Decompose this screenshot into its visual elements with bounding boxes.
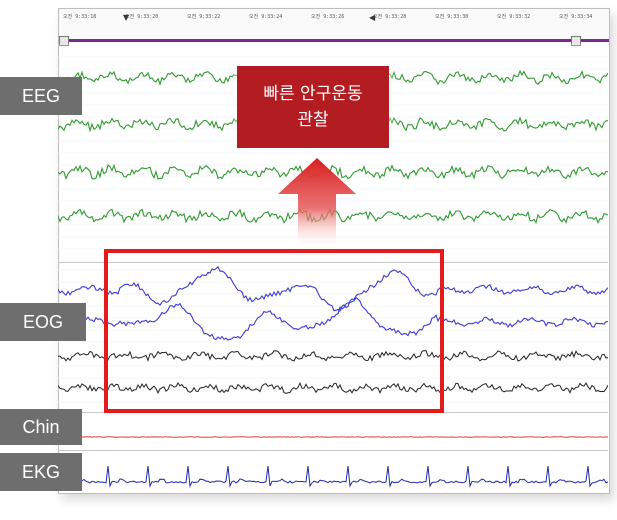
panel-divider — [58, 450, 608, 451]
channel-label-ekg: EKG — [0, 453, 82, 491]
ekg-trace — [58, 465, 608, 488]
callout-line-1: 빠른 안구운동 — [263, 84, 363, 104]
channel-label-chin: Chin — [0, 409, 82, 445]
channel-label-eog: EOG — [0, 303, 86, 341]
rem-highlight-box — [104, 249, 444, 413]
up-arrow-icon — [278, 158, 356, 250]
channel-label-eeg: EEG — [0, 77, 82, 115]
callout-line-2: 관찰 — [297, 110, 329, 130]
rem-callout: 빠른 안구운동 관찰 — [237, 66, 389, 148]
